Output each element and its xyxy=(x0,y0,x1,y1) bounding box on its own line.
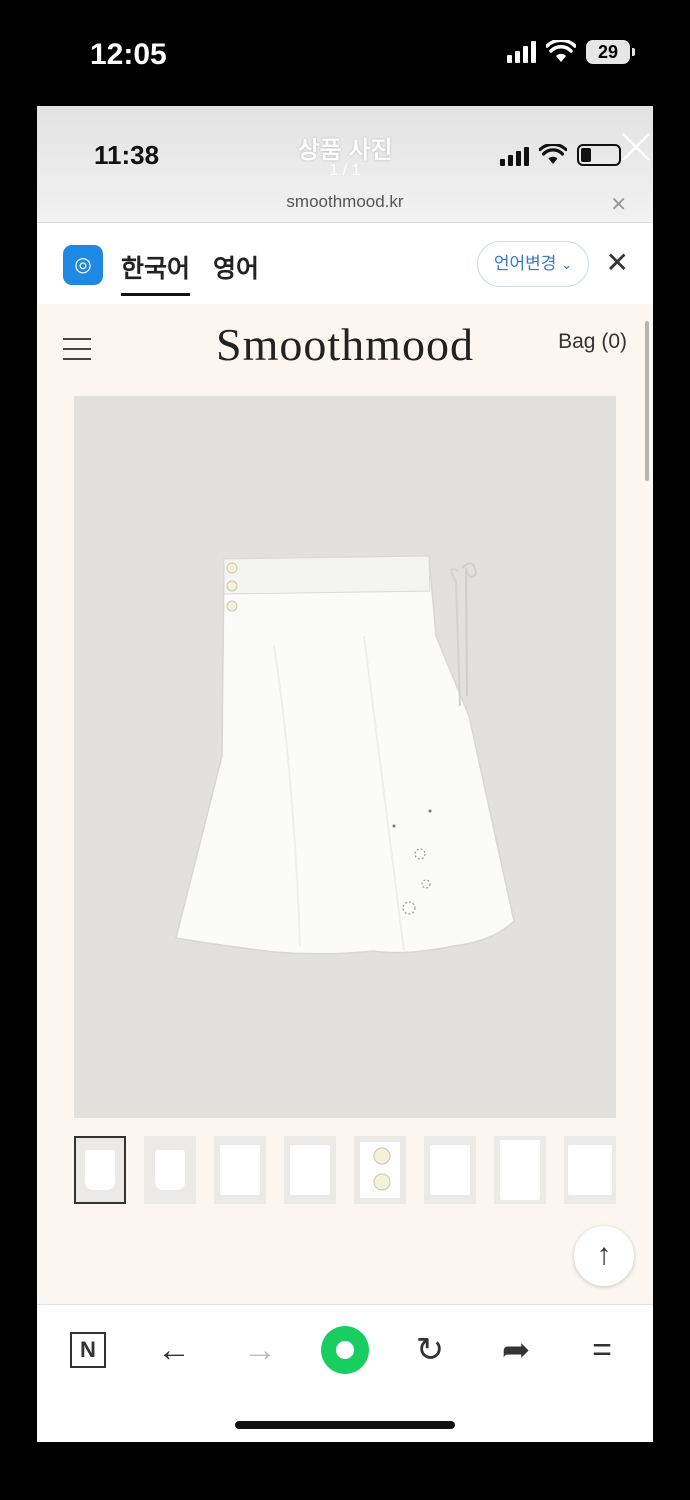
scroll-to-top-button[interactable]: ↑ xyxy=(574,1226,634,1286)
scrollbar[interactable] xyxy=(645,321,649,481)
reload-icon: ↻ xyxy=(415,1331,445,1369)
thumbnail-buttons[interactable] xyxy=(354,1136,406,1204)
change-language-label: 언어변경 xyxy=(493,254,557,273)
browser-toolbar: N ← → ↻ ➦ = xyxy=(37,1304,653,1442)
thumbnail-waist-tie[interactable] xyxy=(214,1136,266,1204)
green-dot-button[interactable] xyxy=(320,1325,370,1375)
thumbnail-front[interactable] xyxy=(74,1136,126,1204)
inner-signal-icon xyxy=(500,144,529,166)
thumbnail-image xyxy=(155,1150,185,1190)
naver-n-icon: N xyxy=(70,1332,106,1368)
thumbnail-strip xyxy=(74,1136,616,1206)
thumbnail-image xyxy=(290,1145,330,1195)
translate-close-icon[interactable]: ✕ xyxy=(606,249,629,277)
forward-button[interactable]: → xyxy=(235,1325,285,1375)
outer-status-bar: 12:05 29 xyxy=(0,0,690,106)
url-close-icon[interactable]: ✕ xyxy=(610,192,627,217)
arrow-up-icon: ↑ xyxy=(596,1238,612,1271)
thumbnail-detail[interactable] xyxy=(494,1136,546,1204)
main-product-image[interactable] xyxy=(74,396,616,1118)
site-header: Smoothmood Bag (0) xyxy=(37,304,653,394)
back-button[interactable]: ← xyxy=(149,1325,199,1375)
thumbnail-image xyxy=(430,1145,470,1195)
menu-button[interactable]: = xyxy=(577,1325,627,1375)
outer-clock: 12:05 xyxy=(90,38,167,71)
chevron-down-icon: ⌄ xyxy=(561,257,573,272)
naver-home-button[interactable]: N xyxy=(63,1325,113,1375)
thumbnail-image xyxy=(85,1150,115,1190)
tab-korean[interactable]: 한국어 xyxy=(121,249,191,296)
thumbnail-image xyxy=(568,1145,612,1195)
thumbnail-back[interactable] xyxy=(144,1136,196,1204)
viewer-close-icon[interactable] xyxy=(619,130,653,164)
inner-wifi-icon xyxy=(539,144,567,164)
green-dot-icon xyxy=(321,1326,369,1374)
battery-icon: 29 xyxy=(586,40,635,64)
thumbnail-side-tie[interactable] xyxy=(424,1136,476,1204)
cellular-signal-icon xyxy=(507,41,536,63)
thumbnail-embroidery[interactable] xyxy=(284,1136,336,1204)
thumbnail-image xyxy=(500,1140,540,1200)
menu-lines-icon: = xyxy=(592,1331,612,1369)
thumbnail-label[interactable] xyxy=(564,1136,616,1204)
inner-battery-icon xyxy=(577,144,621,166)
skirt-image xyxy=(175,555,515,955)
tab-english[interactable]: 영어 xyxy=(213,249,259,285)
screenshot-viewer: 11:38 상품 사진 1 / 1 smoothmood.kr ✕ ◎ 한국어 … xyxy=(37,106,653,1442)
inner-status-icons xyxy=(500,144,621,166)
buttons-detail-icon xyxy=(360,1142,400,1198)
arrow-right-icon: → xyxy=(243,1331,277,1369)
page-url: smoothmood.kr xyxy=(286,192,404,211)
outer-status-icons: 29 xyxy=(507,40,635,64)
arrow-left-icon: ← xyxy=(157,1331,191,1369)
bag-link[interactable]: Bag (0) xyxy=(558,330,627,354)
translator-logo-icon: ◎ xyxy=(63,245,103,285)
reload-button[interactable]: ↻ xyxy=(405,1325,455,1375)
translate-bar: ◎ 한국어 영어 언어변경 ⌄ ✕ xyxy=(37,222,653,304)
viewer-header: 11:38 상품 사진 1 / 1 smoothmood.kr ✕ xyxy=(37,106,653,222)
wifi-icon xyxy=(546,40,576,62)
share-button[interactable]: ➦ xyxy=(491,1325,541,1375)
thumbnail-image xyxy=(220,1145,260,1195)
share-icon: ➦ xyxy=(501,1331,531,1369)
home-indicator xyxy=(235,1421,455,1429)
change-language-button[interactable]: 언어변경 ⌄ xyxy=(477,241,589,287)
